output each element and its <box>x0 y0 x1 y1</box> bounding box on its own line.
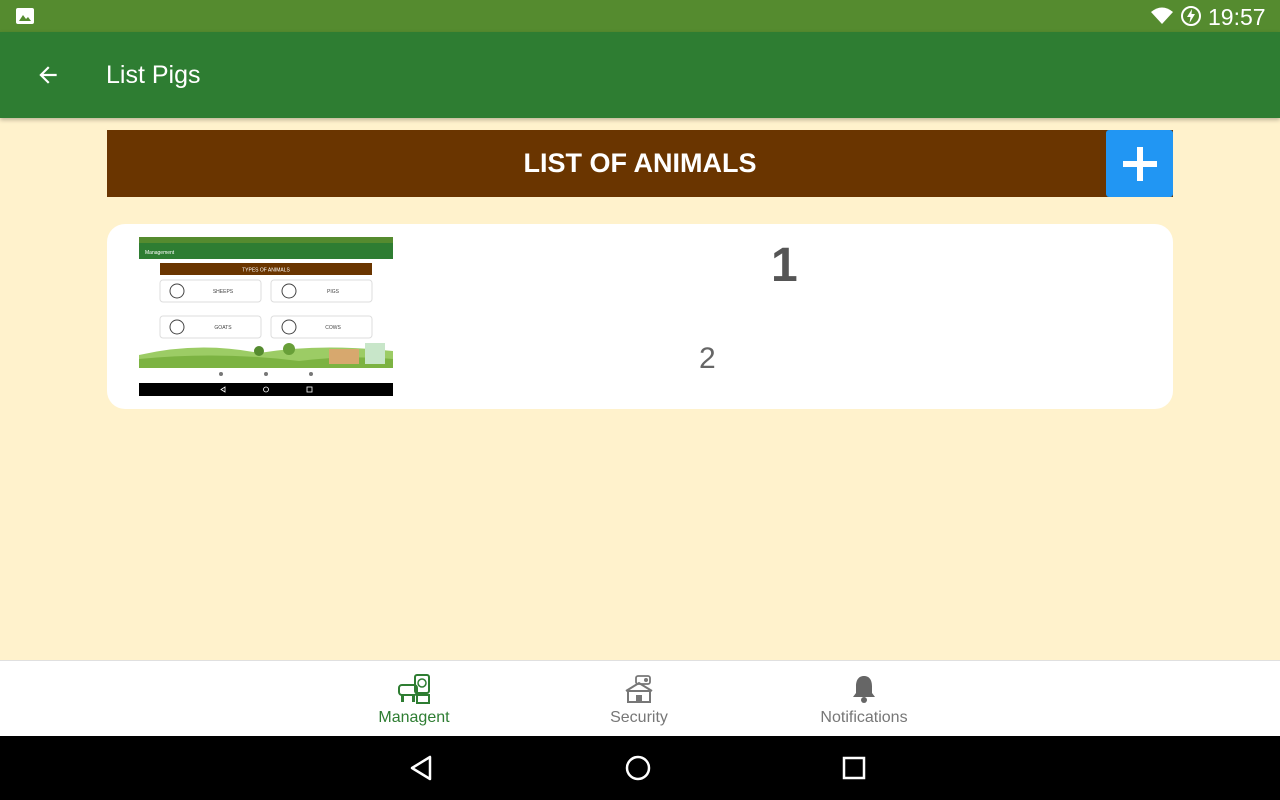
thumbnail-goats: GOATS <box>214 325 232 331</box>
status-clock: 19:57 <box>1208 4 1266 30</box>
list-header-title: LIST OF ANIMALS <box>523 148 757 178</box>
list-header: LIST OF ANIMALS <box>107 130 1173 197</box>
add-animal-button[interactable] <box>1106 130 1173 197</box>
battery-charging-icon <box>1181 6 1201 26</box>
thumbnail-cows: COWS <box>325 325 341 331</box>
nav-label-management: Managent <box>378 709 450 726</box>
back-button[interactable] <box>24 51 72 99</box>
animal-thumbnail: Management TYPES OF ANIMALS SHEEPS PIGS … <box>139 237 393 396</box>
thumbnail-sheeps: SHEEPS <box>213 289 234 295</box>
animal-number: 1 <box>771 239 798 292</box>
thumbnail-app-title: Management <box>145 250 175 256</box>
recents-square-icon[interactable] <box>838 752 870 784</box>
plus-icon <box>1122 146 1157 181</box>
gallery-icon <box>16 8 34 24</box>
back-triangle-icon[interactable] <box>406 752 438 784</box>
arrow-back-icon <box>39 66 57 84</box>
nav-item-security[interactable]: Security <box>569 661 709 737</box>
thumbnail-screenshot: Management TYPES OF ANIMALS SHEEPS PIGS … <box>139 237 393 396</box>
bell-icon <box>853 676 875 703</box>
farm-management-icon <box>398 674 430 704</box>
wifi-icon <box>1151 7 1173 24</box>
nav-label-notifications: Notifications <box>820 709 908 726</box>
page-title: List Pigs <box>106 61 201 89</box>
app-bar: List Pigs <box>0 32 1280 118</box>
system-navigation-bar <box>0 736 1280 800</box>
security-camera-icon <box>625 675 653 703</box>
bottom-navigation: Managent Security Notifications <box>0 660 1280 736</box>
status-bar: 19:57 <box>0 0 1280 32</box>
animal-card[interactable]: Management TYPES OF ANIMALS SHEEPS PIGS … <box>107 224 1173 409</box>
nav-item-notifications[interactable]: Notifications <box>794 661 934 737</box>
nav-label-security: Security <box>610 709 668 726</box>
thumbnail-header: TYPES OF ANIMALS <box>242 268 290 274</box>
nav-item-management[interactable]: Managent <box>344 661 484 737</box>
animal-value: 2 <box>699 342 716 375</box>
thumbnail-pigs: PIGS <box>327 289 340 295</box>
home-circle-icon[interactable] <box>622 752 654 784</box>
